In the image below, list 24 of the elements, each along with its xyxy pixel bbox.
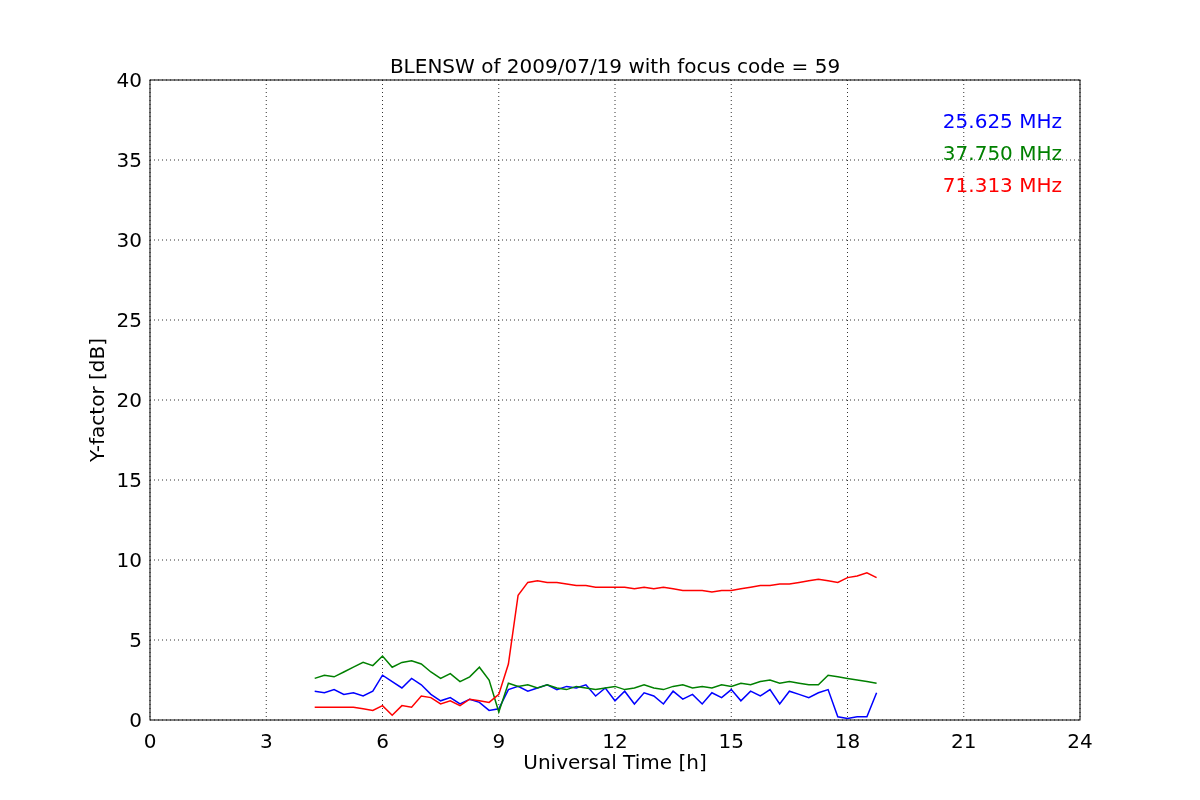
x-tick-label: 3 bbox=[259, 729, 273, 753]
x-tick-label: 18 bbox=[834, 729, 861, 753]
x-axis-label: Universal Time [h] bbox=[523, 750, 707, 774]
y-tick-label: 35 bbox=[116, 148, 142, 172]
y-tick-label: 5 bbox=[129, 628, 142, 652]
y-tick-label: 40 bbox=[116, 68, 142, 92]
x-tick-label: 9 bbox=[492, 729, 506, 753]
x-tick-label: 12 bbox=[602, 729, 628, 753]
x-tick-label: 24 bbox=[1067, 729, 1093, 753]
x-tick-label: 15 bbox=[718, 729, 744, 753]
x-tick-label: 0 bbox=[143, 729, 157, 753]
legend-label: 25.625 MHz bbox=[942, 109, 1062, 133]
legend-label: 71.313 MHz bbox=[942, 173, 1062, 197]
y-tick-label: 20 bbox=[116, 388, 142, 412]
chart-title: BLENSW of 2009/07/19 with focus code = 59 bbox=[389, 54, 841, 78]
y-tick-label: 0 bbox=[129, 708, 142, 732]
y-tick-label: 10 bbox=[116, 548, 142, 572]
y-tick-label: 25 bbox=[116, 308, 142, 332]
y-axis-label: Y-factor [dB] bbox=[85, 338, 109, 462]
legend-label: 37.750 MHz bbox=[942, 141, 1062, 165]
x-tick-label: 6 bbox=[376, 729, 389, 753]
y-tick-label: 30 bbox=[116, 228, 142, 252]
x-tick-label: 21 bbox=[951, 729, 977, 753]
y-tick-label: 15 bbox=[116, 468, 142, 492]
